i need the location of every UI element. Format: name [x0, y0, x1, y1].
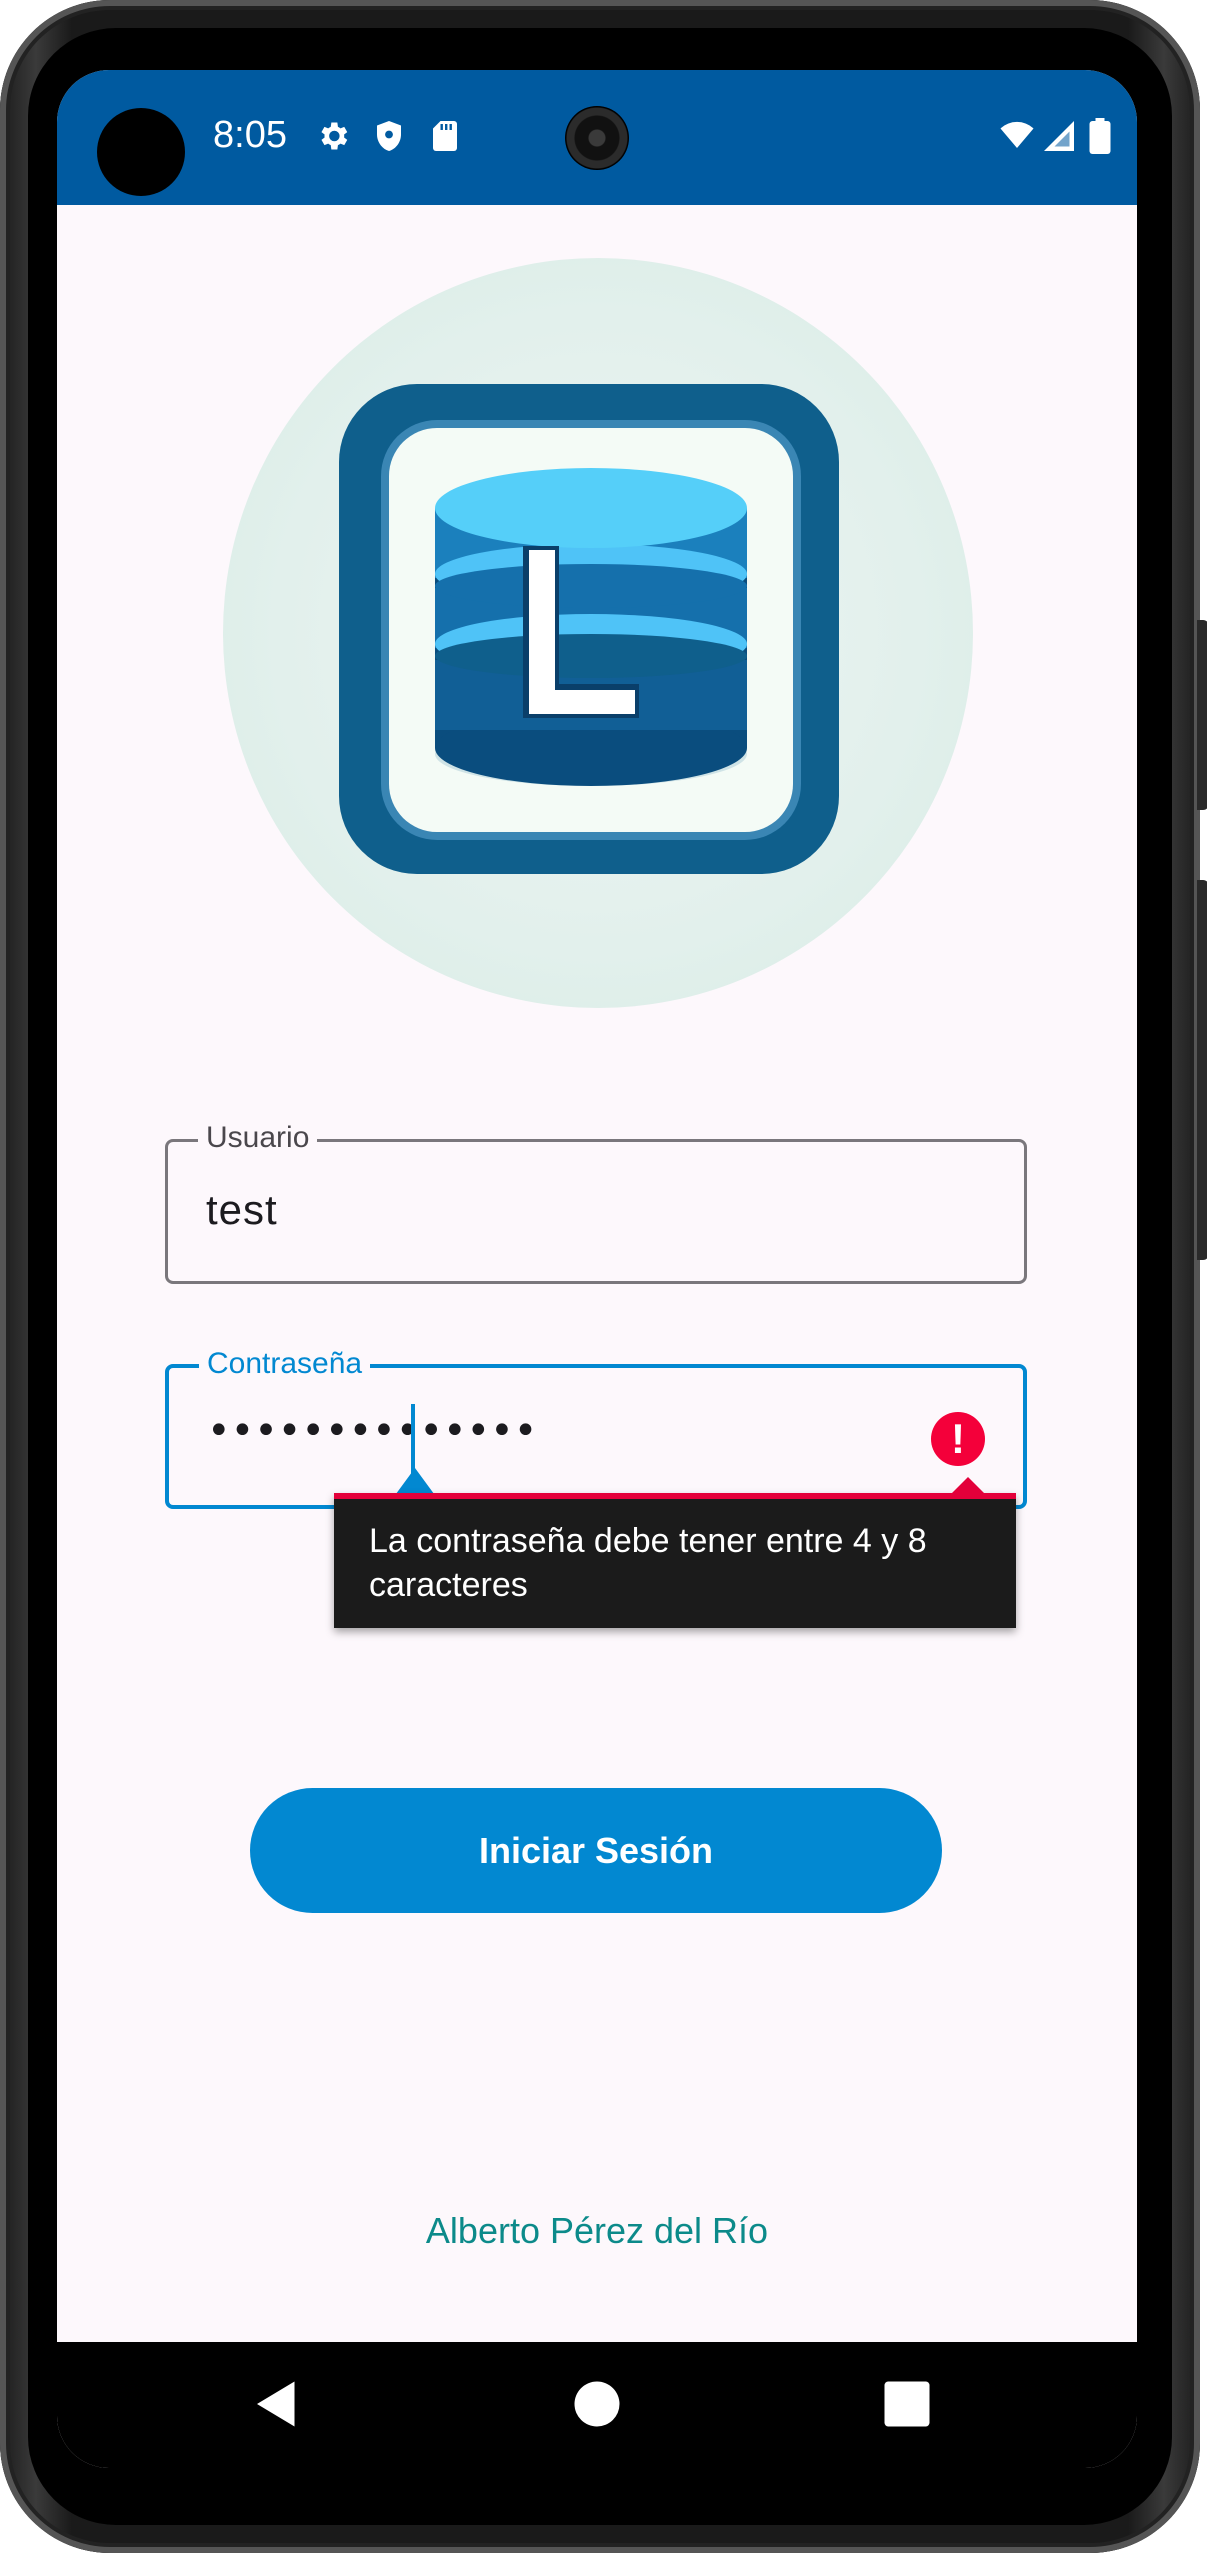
front-camera — [565, 106, 629, 170]
username-input[interactable]: test — [206, 1186, 278, 1234]
settings-icon — [321, 122, 348, 150]
error-tooltip-arrow — [952, 1477, 984, 1493]
app-logo — [223, 258, 973, 1008]
username-field[interactable]: Usuario test — [165, 1120, 1027, 1284]
screen: 8:05 Usuario test Contraseña •••••••••••… — [57, 70, 1137, 2468]
error-message: La contraseña debe tener entre 4 y 8 car… — [369, 1522, 927, 1604]
password-input[interactable]: •••••••••••••• — [207, 1408, 537, 1454]
battery-icon — [1089, 118, 1111, 154]
password-field[interactable]: Contraseña •••••••••••••• ! — [165, 1346, 1027, 1528]
navigation-bar — [57, 2342, 1137, 2468]
home-icon[interactable] — [567, 2374, 627, 2434]
database-icon — [339, 384, 839, 874]
volume-button — [1197, 880, 1207, 1260]
phone-frame: 8:05 Usuario test Contraseña •••••••••••… — [0, 0, 1207, 2553]
back-icon[interactable] — [247, 2374, 307, 2434]
sd-card-icon — [433, 121, 457, 151]
status-notification-dot — [97, 108, 185, 196]
error-tooltip: La contraseña debe tener entre 4 y 8 car… — [334, 1477, 1016, 1628]
status-time: 8:05 — [213, 114, 287, 156]
power-button — [1197, 620, 1207, 810]
error-icon: ! — [931, 1412, 985, 1466]
signal-icon — [1044, 121, 1074, 151]
shield-icon — [377, 121, 401, 151]
recents-icon[interactable] — [877, 2374, 937, 2434]
username-label: Usuario — [198, 1120, 318, 1156]
login-button[interactable]: Iniciar Sesión — [250, 1788, 942, 1913]
error-tooltip-bar — [334, 1493, 1016, 1499]
password-label: Contraseña — [199, 1346, 371, 1382]
status-bar: 8:05 — [57, 70, 1137, 205]
wifi-icon — [1000, 121, 1034, 148]
author-credit: Alberto Pérez del Río — [425, 2210, 769, 2251]
